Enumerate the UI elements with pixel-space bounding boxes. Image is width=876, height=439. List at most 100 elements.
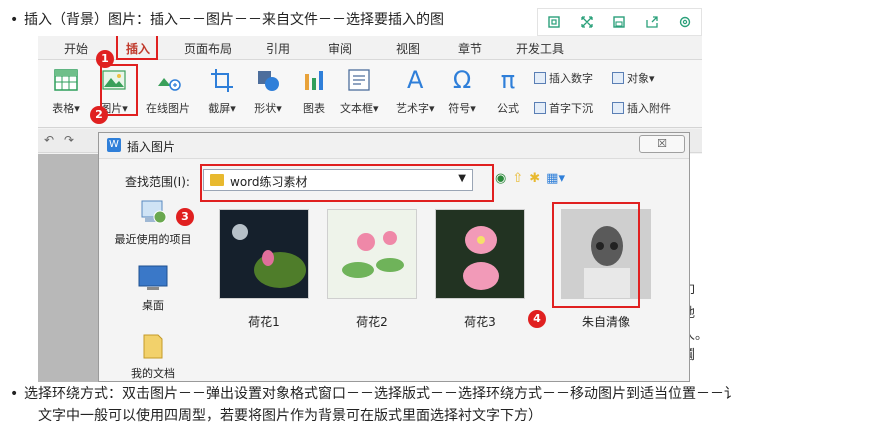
online-picture-icon bbox=[154, 66, 182, 94]
annotation-box-portrait bbox=[552, 202, 640, 308]
document-margin bbox=[38, 154, 98, 382]
annotation-box-look-in bbox=[200, 164, 494, 202]
view-menu-icon[interactable]: ▦▾ bbox=[546, 171, 565, 186]
place-recent-label: 最近使用的项目 bbox=[114, 233, 192, 246]
menu-home[interactable]: 开始 bbox=[64, 40, 88, 57]
file-label-3: 荷花3 bbox=[464, 315, 496, 329]
chart-icon bbox=[300, 66, 328, 94]
menu-references[interactable]: 引用 bbox=[266, 40, 290, 57]
ribbon-chart-label: 图表 bbox=[303, 102, 325, 115]
ribbon-shapes-button[interactable]: 形状▾ bbox=[254, 66, 282, 116]
ribbon-textbox-label: 文本框 bbox=[340, 102, 373, 115]
share-icon[interactable] bbox=[642, 12, 662, 32]
ribbon-table-button[interactable]: 表格▾ bbox=[52, 66, 80, 116]
ribbon-drop-cap-label: 首字下沉 bbox=[549, 102, 593, 115]
place-documents-label: 我的文档 bbox=[131, 367, 175, 380]
ribbon-screenshot-label: 截屏 bbox=[208, 102, 231, 115]
ribbon-wordart-button[interactable]: A 艺术字▾ bbox=[396, 66, 435, 116]
place-desktop-label: 桌面 bbox=[142, 299, 164, 312]
ribbon-symbol-label: 符号 bbox=[448, 102, 471, 115]
attachment-icon bbox=[612, 102, 624, 114]
ribbon-attachment-button[interactable]: 插入附件 bbox=[612, 100, 671, 116]
file-label-1: 荷花1 bbox=[248, 315, 280, 329]
up-folder-icon[interactable]: ⇧ bbox=[512, 171, 523, 186]
ribbon-formula-button[interactable]: π 公式 bbox=[494, 66, 522, 116]
ribbon-textbox-button[interactable]: 文本框▾ bbox=[340, 66, 379, 116]
ribbon-insert-number-label: 插入数字 bbox=[549, 72, 593, 85]
wps-logo-icon: W bbox=[107, 138, 121, 152]
back-icon[interactable]: ◉ bbox=[495, 171, 506, 186]
ribbon-symbol-button[interactable]: Ω 符号▾ bbox=[448, 66, 476, 116]
ribbon-screenshot-button[interactable]: 截屏▾ bbox=[208, 66, 236, 116]
ribbon-formula-label: 公式 bbox=[497, 102, 519, 115]
recent-items-icon bbox=[136, 197, 170, 227]
shapes-icon bbox=[254, 66, 282, 94]
place-desktop[interactable]: 桌面 bbox=[105, 263, 201, 313]
annotation-badge-4: 4 bbox=[528, 310, 546, 328]
annotation-badge-3: 3 bbox=[176, 208, 194, 226]
desktop-icon bbox=[136, 263, 170, 293]
file-thumb-lotus-1[interactable] bbox=[219, 209, 309, 299]
dialog-title-bar: W 插入图片 ☒ bbox=[99, 133, 689, 159]
annotation-badge-2: 2 bbox=[90, 106, 108, 124]
instruction-line-1: • 插入（背景）图片：插入－－图片－－来自文件－－选择要插入的图 bbox=[10, 10, 444, 30]
ribbon-chart-button[interactable]: 图表 bbox=[300, 66, 328, 116]
chevron-down-icon: ▾ bbox=[649, 71, 655, 85]
menu-developer[interactable]: 开发工具 bbox=[516, 40, 564, 57]
number-icon bbox=[534, 72, 546, 84]
object-icon bbox=[612, 72, 624, 84]
instruction-text-2: 选择环绕方式：双击图片－－弹出设置对象格式窗口－－选择版式－－选择环绕方式－－移… bbox=[24, 386, 738, 402]
ribbon-object-label: 对象 bbox=[627, 72, 649, 85]
undo-icon[interactable]: ↶ bbox=[44, 133, 54, 147]
instruction-line-3: 文字中一般可以使用四周型，若要将图片作为背景可在版式里面选择衬文字下方） bbox=[38, 408, 542, 424]
copy-icon[interactable] bbox=[544, 12, 564, 32]
expand-icon[interactable] bbox=[577, 12, 597, 32]
menu-review[interactable]: 审阅 bbox=[328, 40, 352, 57]
ribbon-online-picture-label: 在线图片 bbox=[146, 102, 190, 115]
dialog-nav-buttons: ◉ ⇧ ✱ ▦▾ bbox=[495, 171, 565, 186]
menu-section[interactable]: 章节 bbox=[458, 40, 482, 57]
look-in-label: 查找范围(I): bbox=[125, 175, 190, 189]
save-icon[interactable] bbox=[609, 12, 629, 32]
table-icon bbox=[52, 66, 80, 94]
menu-view[interactable]: 视图 bbox=[396, 40, 420, 57]
ribbon-insert-number-button[interactable]: 插入数字 bbox=[534, 70, 593, 86]
ribbon-attachment-label: 插入附件 bbox=[627, 102, 671, 115]
wps-screenshot: 开始 插入 页面布局 引用 审阅 视图 章节 开发工具 表格▾ 图片▾ 在线图片 bbox=[38, 36, 702, 382]
chevron-down-icon: ▾ bbox=[74, 102, 80, 115]
close-button[interactable]: ☒ bbox=[639, 135, 685, 153]
instruction-line-2: • 选择环绕方式：双击图片－－弹出设置对象格式窗口－－选择版式－－选择环绕方式－－… bbox=[10, 384, 876, 404]
ribbon-shapes-label: 形状 bbox=[254, 102, 277, 115]
file-label-2: 荷花2 bbox=[356, 315, 388, 329]
file-thumb-lotus-3[interactable] bbox=[435, 209, 525, 299]
place-documents[interactable]: 我的文档 bbox=[105, 331, 201, 381]
ribbon-wordart-label: 艺术字 bbox=[396, 102, 429, 115]
chevron-down-icon: ▾ bbox=[470, 102, 476, 115]
annotation-box-insert-tab bbox=[116, 36, 158, 60]
dialog-title: 插入图片 bbox=[127, 140, 176, 154]
new-folder-icon[interactable]: ✱ bbox=[529, 171, 540, 186]
chevron-down-icon: ▾ bbox=[276, 102, 282, 115]
settings-icon[interactable] bbox=[675, 12, 695, 32]
chevron-down-icon: ▾ bbox=[230, 102, 236, 115]
screenshot-icon bbox=[208, 66, 236, 94]
chevron-down-icon: ▾ bbox=[429, 102, 435, 115]
documents-folder-icon bbox=[136, 331, 170, 361]
file-label-4: 朱自清像 bbox=[581, 315, 630, 329]
menu-page-layout[interactable]: 页面布局 bbox=[184, 40, 232, 57]
chevron-down-icon: ▾ bbox=[373, 102, 379, 115]
bullet: • bbox=[10, 12, 19, 28]
floating-image-toolbar bbox=[537, 8, 702, 36]
ribbon-object-button[interactable]: 对象 ▾ bbox=[612, 70, 655, 86]
wordart-icon: A bbox=[407, 66, 424, 94]
redo-icon[interactable]: ↷ bbox=[64, 133, 74, 147]
ribbon-drop-cap-button[interactable]: 首字下沉 bbox=[534, 100, 593, 116]
ribbon-online-picture-button[interactable]: 在线图片 bbox=[146, 66, 190, 116]
ribbon-table-label: 表格 bbox=[52, 102, 75, 115]
drop-cap-icon bbox=[534, 102, 546, 114]
omega-icon: Ω bbox=[452, 66, 472, 94]
bullet: • bbox=[10, 386, 19, 402]
file-thumb-lotus-2[interactable] bbox=[327, 209, 417, 299]
instruction-text-1: 插入（背景）图片：插入－－图片－－来自文件－－选择要插入的图 bbox=[24, 12, 444, 28]
pi-icon: π bbox=[500, 66, 516, 94]
